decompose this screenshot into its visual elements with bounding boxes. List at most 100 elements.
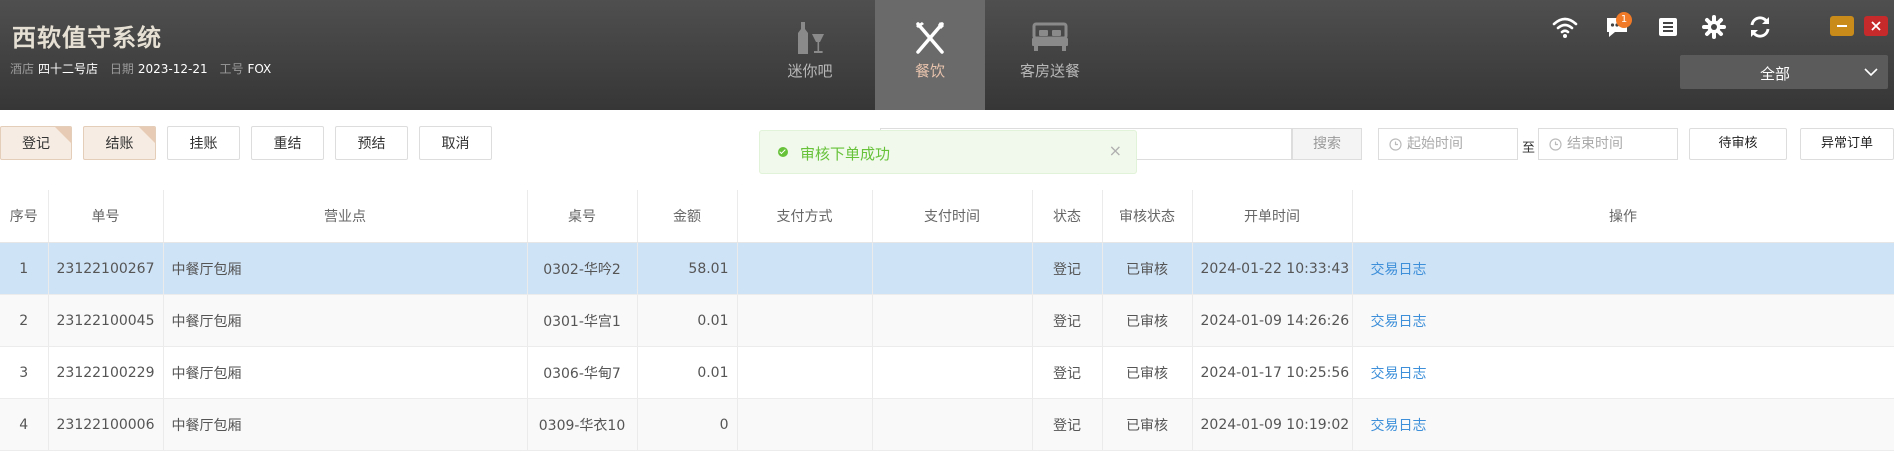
pending-audit-button[interactable]: 待审核	[1689, 128, 1787, 160]
cell-outlet: 中餐厅包厢	[163, 242, 528, 295]
cell-open-time: 2024-01-22 10:33:43	[1192, 242, 1353, 295]
fork-knife-icon	[916, 22, 944, 54]
transaction-log-link[interactable]: 交易日志	[1371, 366, 1427, 382]
column-header-pay-method[interactable]: 支付方式	[737, 190, 873, 243]
cell-status: 登记	[1032, 398, 1103, 451]
cell-table-no: 0309-华衣10	[527, 398, 638, 451]
minibar-bottle-icon	[798, 22, 824, 54]
refresh-icon[interactable]	[1747, 14, 1773, 40]
table-row[interactable]: 2 23122100045 中餐厅包厢 0301-华宫1 0.01 登记 已审核…	[0, 294, 1894, 347]
scope-select[interactable]: 全部	[1680, 55, 1888, 89]
cell-index: 4	[0, 398, 49, 451]
nav-tab-room-service[interactable]: 客房送餐	[995, 0, 1105, 110]
checkout-button-label: 结账	[105, 136, 134, 152]
toast-close-icon[interactable]: ×	[1109, 141, 1122, 160]
column-header-amount[interactable]: 金额	[637, 190, 738, 243]
cell-amount: 0.01	[637, 346, 738, 399]
list-icon[interactable]	[1655, 14, 1681, 40]
cell-outlet: 中餐厅包厢	[163, 346, 528, 399]
table-header-row: 序号 单号 营业点 桌号 金额 支付方式 支付时间 状态 审核状态 开单时间 操…	[0, 190, 1894, 243]
wifi-icon[interactable]	[1552, 14, 1578, 40]
minimize-button[interactable]	[1830, 16, 1854, 36]
charge-to-account-button[interactable]: 挂账	[167, 126, 240, 160]
scope-select-value: 全部	[1759, 65, 1790, 83]
cell-table-no: 0302-华吟2	[527, 242, 638, 295]
cell-order-no: 23122100045	[48, 294, 164, 347]
app-logo-title: 西软值守系统	[12, 23, 162, 52]
nav-tab-label: 餐饮	[914, 62, 945, 80]
abnormal-orders-button[interactable]: 异常订单	[1800, 128, 1894, 160]
cell-audit-status: 已审核	[1102, 398, 1193, 451]
toast-message: 审核下单成功	[800, 145, 891, 163]
session-info: 酒店 四十二号店 日期 2023-12-21 工号 FOX	[10, 60, 279, 77]
cell-actions: 交易日志	[1352, 294, 1894, 347]
column-header-actions[interactable]: 操作	[1352, 190, 1894, 243]
cell-actions: 交易日志	[1352, 398, 1894, 451]
cell-status: 登记	[1032, 294, 1103, 347]
success-check-icon	[778, 147, 788, 157]
chevron-down-icon	[1864, 68, 1878, 77]
nav-tab-dining[interactable]: 餐饮	[875, 0, 985, 110]
selected-corner-mark	[139, 127, 155, 143]
cancel-button-label: 取消	[441, 136, 470, 152]
cell-actions: 交易日志	[1352, 346, 1894, 399]
selected-corner-mark	[55, 127, 71, 143]
end-time-input[interactable]: 结束时间	[1538, 128, 1678, 160]
cell-audit-status: 已审核	[1102, 294, 1193, 347]
gear-icon[interactable]	[1701, 14, 1727, 40]
cell-open-time: 2024-01-09 14:26:26	[1192, 294, 1353, 347]
column-header-outlet[interactable]: 营业点	[163, 190, 528, 243]
cell-outlet: 中餐厅包厢	[163, 294, 528, 347]
column-header-table-no[interactable]: 桌号	[527, 190, 638, 243]
pre-settle-button[interactable]: 预结	[335, 126, 408, 160]
resettle-button[interactable]: 重结	[251, 126, 324, 160]
success-toast: 审核下单成功 ×	[759, 130, 1137, 174]
cell-pay-time	[872, 346, 1033, 399]
table-row[interactable]: 4 23122100006 中餐厅包厢 0309-华衣10 0 登记 已审核 2…	[0, 398, 1894, 451]
cell-pay-method	[737, 242, 873, 295]
column-header-pay-time[interactable]: 支付时间	[872, 190, 1033, 243]
search-button[interactable]: 搜索	[1292, 128, 1362, 160]
cell-audit-status: 已审核	[1102, 346, 1193, 399]
cell-amount: 0.01	[637, 294, 738, 347]
clock-icon	[1549, 138, 1562, 151]
table-row[interactable]: 1 23122100267 中餐厅包厢 0302-华吟2 58.01 登记 已审…	[0, 242, 1894, 295]
bed-icon	[1032, 22, 1068, 51]
start-time-input[interactable]: 起始时间	[1378, 128, 1518, 160]
date-value: 2023-12-21	[137, 62, 208, 76]
column-header-open-time[interactable]: 开单时间	[1192, 190, 1353, 243]
start-time-placeholder: 起始时间	[1407, 136, 1463, 152]
cell-outlet: 中餐厅包厢	[163, 398, 528, 451]
column-header-audit-status[interactable]: 审核状态	[1102, 190, 1193, 243]
orders-table: 序号 单号 营业点 桌号 金额 支付方式 支付时间 状态 审核状态 开单时间 操…	[0, 190, 1894, 451]
checkout-button[interactable]: 结账	[83, 126, 156, 160]
cell-audit-status: 已审核	[1102, 242, 1193, 295]
transaction-log-link[interactable]: 交易日志	[1371, 314, 1427, 330]
end-time-placeholder: 结束时间	[1567, 136, 1623, 152]
cancel-button[interactable]: 取消	[419, 126, 492, 160]
cell-index: 3	[0, 346, 49, 399]
minimize-icon	[1837, 25, 1847, 27]
date-range-separator: 至	[1522, 141, 1536, 156]
cell-status: 登记	[1032, 346, 1103, 399]
nav-tab-minibar[interactable]: 迷你吧	[755, 0, 865, 110]
column-header-index[interactable]: 序号	[0, 190, 49, 243]
cell-table-no: 0306-华甸7	[527, 346, 638, 399]
cell-actions: 交易日志	[1352, 242, 1894, 295]
transaction-log-link[interactable]: 交易日志	[1371, 262, 1427, 278]
cell-order-no: 23122100229	[48, 346, 164, 399]
cell-order-no: 23122100267	[48, 242, 164, 295]
notification-badge: 1	[1616, 12, 1632, 28]
column-header-order-no[interactable]: 单号	[48, 190, 164, 243]
cell-order-no: 23122100006	[48, 398, 164, 451]
cell-pay-time	[872, 242, 1033, 295]
cell-table-no: 0301-华宫1	[527, 294, 638, 347]
cell-pay-method	[737, 398, 873, 451]
register-button[interactable]: 登记	[0, 126, 72, 160]
table-row[interactable]: 3 23122100229 中餐厅包厢 0306-华甸7 0.01 登记 已审核…	[0, 346, 1894, 399]
column-header-status[interactable]: 状态	[1032, 190, 1103, 243]
transaction-log-link[interactable]: 交易日志	[1371, 418, 1427, 434]
close-window-button[interactable]	[1864, 16, 1888, 36]
register-button-label: 登记	[22, 136, 50, 152]
cell-pay-time	[872, 294, 1033, 347]
